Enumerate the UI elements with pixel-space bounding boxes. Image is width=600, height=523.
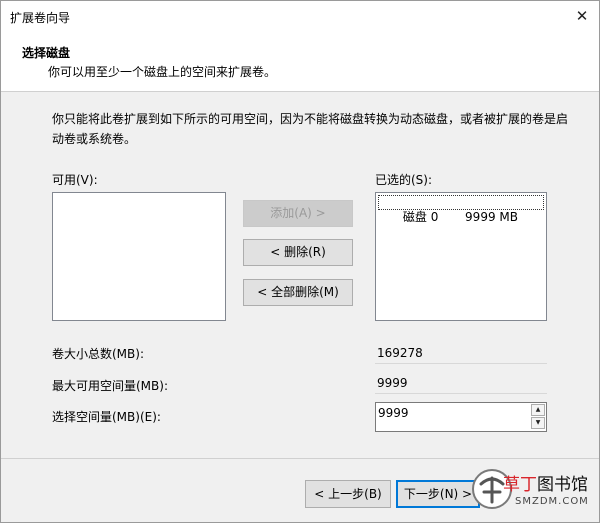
select-space-label: 选择空间量(MB)(E): [52,410,161,424]
watermark-brand: 草丁图书馆 [503,475,588,495]
available-disks-list[interactable] [52,192,226,321]
remove-button[interactable]: < 删除(R) [243,239,353,266]
footer-divider [1,458,599,459]
close-icon[interactable]: ✕ [571,5,593,27]
wizard-header: 选择磁盘 你可以用至少一个磁盘上的空间来扩展卷。 [1,31,599,92]
extend-volume-wizard-window: 扩展卷向导 ✕ 选择磁盘 你可以用至少一个磁盘上的空间来扩展卷。 你只能将此卷扩… [0,0,600,523]
total-size-label: 卷大小总数(MB): [52,347,144,361]
available-label: 可用(V): [52,173,98,187]
selected-disks-list[interactable]: 磁盘 0 9999 MB [375,192,547,321]
total-size-value: 169278 [375,343,547,364]
description-text: 你只能将此卷扩展到如下所示的可用空间，因为不能将磁盘转换为动态磁盘，或者被扩展的… [52,112,569,146]
watermark-domain: SMZDM.COM [515,496,589,507]
watermark: 草丁图书馆 SMZDM.COM [471,466,599,522]
page-title: 选择磁盘 [22,46,71,60]
spin-down-icon[interactable]: ▼ [531,417,545,429]
next-button[interactable]: 下一步(N) > [396,480,480,508]
space-amount-input[interactable]: 9999 [378,406,409,420]
selected-label: 已选的(S): [375,173,433,187]
title-bar: 扩展卷向导 ✕ [1,1,599,31]
disk-name: 磁盘 0 [402,210,439,224]
list-item[interactable]: 磁盘 0 9999 MB [378,195,544,224]
window-title: 扩展卷向导 [10,11,71,25]
max-space-label: 最大可用空间量(MB): [52,379,168,393]
space-amount-stepper[interactable]: 9999 ▲ ▼ [375,402,547,432]
remove-all-button[interactable]: < 全部删除(M) [243,279,353,306]
back-button[interactable]: < 上一步(B) [305,480,391,508]
max-space-value: 9999 [375,373,547,394]
add-button[interactable]: 添加(A) > [243,200,353,227]
page-subtitle: 你可以用至少一个磁盘上的空间来扩展卷。 [48,65,277,79]
disk-size: 9999 MB [465,210,518,224]
spin-up-icon[interactable]: ▲ [531,404,545,416]
